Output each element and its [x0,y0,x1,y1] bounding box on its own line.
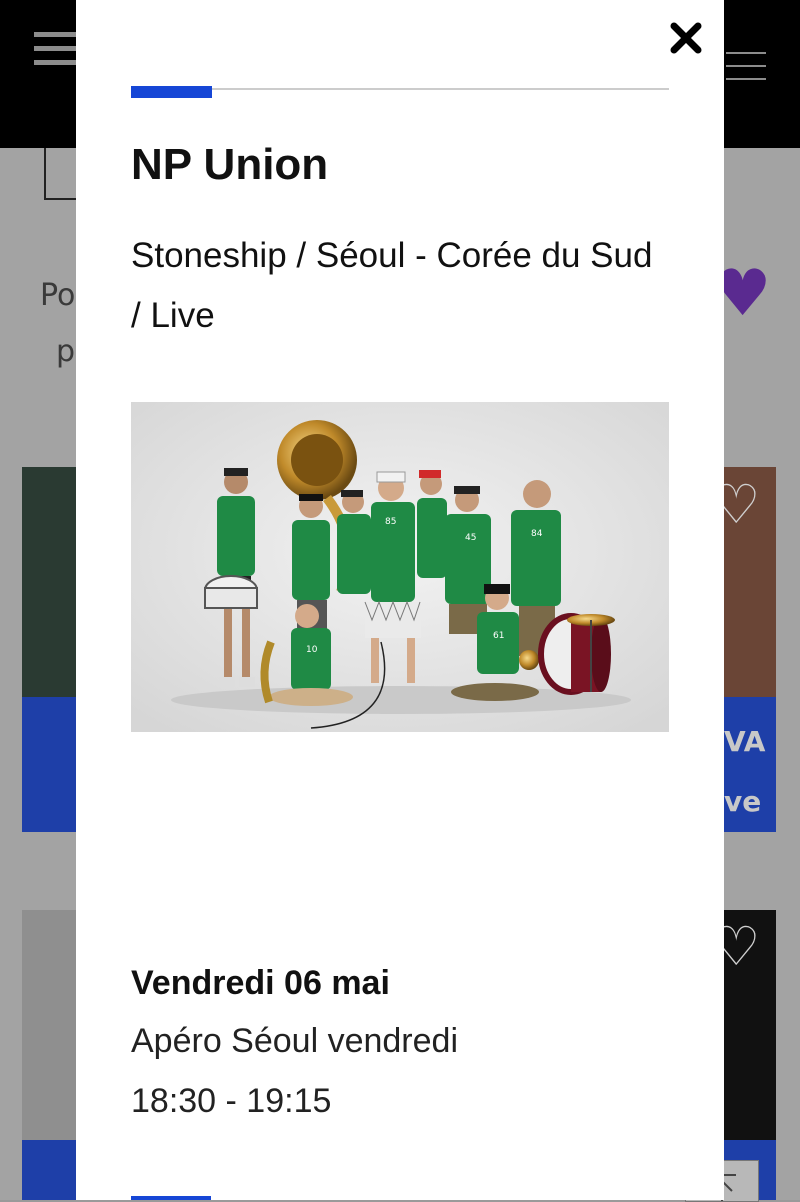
close-icon [670,22,702,54]
event-card-caption [22,697,82,832]
band-photo-image: 85 45 84 10 61 [131,402,669,732]
slide-progress-bar [131,86,669,98]
event-venue: Apéro Séoul vendredi [131,1022,459,1060]
svg-text:45: 45 [465,533,476,543]
event-detail-modal: NP Union Stoneship / Séoul - Corée du Su… [76,0,724,1200]
event-title: NP Union [131,140,329,189]
slide-progress-fill [131,86,212,98]
svg-text:85: 85 [385,517,396,527]
event-date: Vendredi 06 mai [131,964,390,1002]
event-subtitle: Stoneship / Séoul - Corée du Sud / Live [131,236,653,335]
band-photo: 85 45 84 10 61 [131,402,669,732]
background-text: Po [40,278,76,313]
event-card[interactable] [22,467,82,832]
menu-icon-secondary[interactable] [726,52,766,91]
event-card-caption [22,1140,82,1200]
background-text: p [56,334,76,369]
slide-progress-bar-bottom [131,1196,211,1200]
svg-text:10: 10 [306,645,318,655]
menu-icon[interactable] [34,32,78,74]
event-card[interactable] [22,910,82,1200]
event-card-subtitle: ve [724,785,762,818]
svg-text:84: 84 [531,529,543,539]
event-card-photo [22,467,82,697]
close-button[interactable] [668,20,704,56]
event-time: 18:30 - 19:15 [131,1082,332,1120]
event-card-title: VA [724,725,766,758]
svg-text:61: 61 [493,631,504,641]
